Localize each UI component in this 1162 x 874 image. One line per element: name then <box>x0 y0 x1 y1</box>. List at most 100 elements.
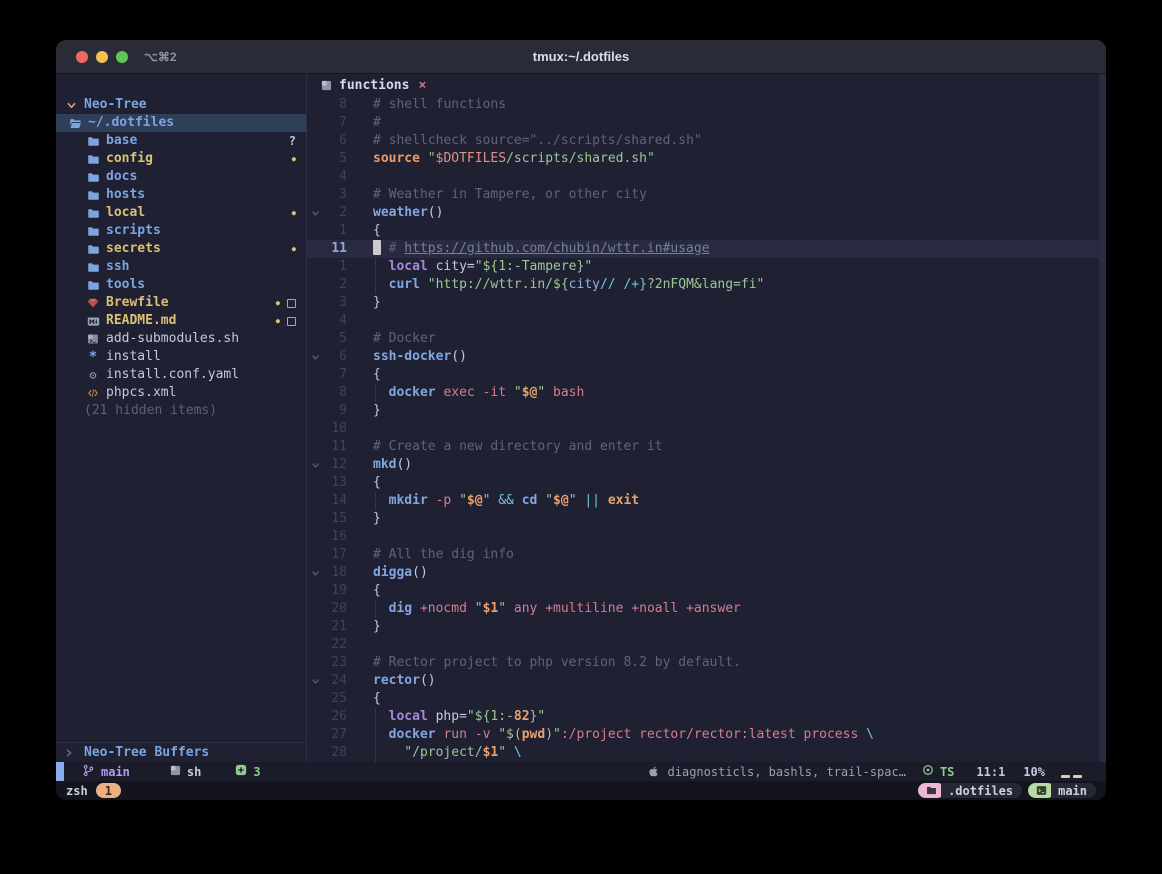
code-line[interactable]: 5# Docker <box>307 330 1106 348</box>
code-line[interactable]: 6# shellcheck source="../scripts/shared.… <box>307 132 1106 150</box>
folder-icon <box>86 153 100 166</box>
tree-item-add-submodules-sh[interactable]: add-submodules.sh <box>56 330 306 348</box>
tab-functions[interactable]: functions × <box>321 76 426 95</box>
tree-item-docs[interactable]: docs <box>56 168 306 186</box>
code-line[interactable]: 7{ <box>307 366 1106 384</box>
tree-item-secrets[interactable]: secrets <box>56 240 306 258</box>
tree-item-brewfile[interactable]: Brewfile <box>56 294 306 312</box>
code-line[interactable]: 27 docker run -v "$(pwd)":/project rector… <box>307 726 1106 744</box>
tree-item-readme-md[interactable]: README.md <box>56 312 306 330</box>
neo-tree-sidebar: Neo-Tree~/.dotfilesbase?configdocshostsl… <box>56 74 307 762</box>
code-token: city= <box>428 259 475 274</box>
code-line[interactable]: 1local city="${1:-Tampere}" <box>307 258 1106 276</box>
tree-item-phpcs-xml[interactable]: phpcs.xml <box>56 384 306 402</box>
git-dot-badge <box>292 209 296 217</box>
tree-item-label: install <box>106 348 161 366</box>
code-line[interactable]: 19{ <box>307 582 1106 600</box>
fold-open-icon[interactable] <box>307 461 323 470</box>
folder-icon <box>86 279 100 292</box>
code-line[interactable]: 24rector() <box>307 672 1106 690</box>
code-token: $@ <box>553 493 569 508</box>
tab-close-icon[interactable]: × <box>418 78 426 93</box>
code-line[interactable]: 9} <box>307 402 1106 420</box>
code-line[interactable]: 22 <box>307 636 1106 654</box>
tree-item-21-hidden-items[interactable]: (21 hidden items) <box>56 402 306 420</box>
tree-item-neo-tree[interactable]: Neo-Tree <box>56 96 306 114</box>
code-line[interactable]: 11# Create a new directory and enter it <box>307 438 1106 456</box>
code-line[interactable]: 6ssh-docker() <box>307 348 1106 366</box>
tree-item-base[interactable]: base? <box>56 132 306 150</box>
code-line[interactable]: 1{ <box>307 222 1106 240</box>
code-line[interactable]: 2curl "http://wttr.in/${city// /+}?2nFQM… <box>307 276 1106 294</box>
git-status-badges <box>276 299 296 308</box>
tree-item-hosts[interactable]: hosts <box>56 186 306 204</box>
code-line[interactable]: 26local php="${1:-82}" <box>307 708 1106 726</box>
code-line[interactable]: 17# All the dig info <box>307 546 1106 564</box>
code-line[interactable]: 5source "$DOTFILES/scripts/shared.sh" <box>307 150 1106 168</box>
code-line-text: dig +nocmd "$1" any +multiline +noall +a… <box>373 600 741 618</box>
code-line[interactable]: 12mkd() <box>307 456 1106 474</box>
git-status-badges: ? <box>289 132 296 150</box>
tmux-shell-label: zsh <box>66 784 88 798</box>
tree-item-tools[interactable]: tools <box>56 276 306 294</box>
fold-open-icon[interactable] <box>307 677 323 686</box>
code-line[interactable]: 2weather() <box>307 204 1106 222</box>
code-line-text: docker run -v "$(pwd)":/project rector/r… <box>373 726 874 744</box>
code-line-text: # All the dig info <box>373 546 514 564</box>
tree-item-config[interactable]: config <box>56 150 306 168</box>
code-line-text: weather() <box>373 204 443 222</box>
code-line[interactable]: 25{ <box>307 690 1106 708</box>
code-token <box>389 745 405 760</box>
fold-open-icon[interactable] <box>307 353 323 362</box>
code-token <box>545 385 553 400</box>
code-line[interactable]: 10 <box>307 420 1106 438</box>
tree-item-install[interactable]: *install <box>56 348 306 366</box>
tree-item-scripts[interactable]: scripts <box>56 222 306 240</box>
code-line[interactable]: 8docker exec -it "$@" bash <box>307 384 1106 402</box>
tree-item-dotfiles[interactable]: ~/.dotfiles <box>56 114 306 132</box>
code-line[interactable]: 4 <box>307 312 1106 330</box>
code-line[interactable]: 28 "/project/$1" \ <box>307 744 1106 762</box>
code-token: 82 <box>514 709 530 724</box>
code-line[interactable]: 3# Weather in Tampere, or other city <box>307 186 1106 204</box>
code-line[interactable]: 11 # https://github.com/chubin/wttr.in#u… <box>307 240 1106 258</box>
chevron-down-icon <box>64 100 78 111</box>
code-token: && <box>498 493 514 508</box>
treesitter-label: TS <box>940 765 954 779</box>
code-line[interactable]: 8# shell functions <box>307 96 1106 114</box>
code-token: pwd <box>522 727 545 742</box>
code-token: () <box>396 457 412 472</box>
tree-item-label: Brewfile <box>106 294 169 312</box>
git-dot-badge <box>292 245 296 253</box>
code-line[interactable]: 7# <box>307 114 1106 132</box>
tree-item-install-conf-yaml[interactable]: ⚙install.conf.yaml <box>56 366 306 384</box>
code-line[interactable]: 13{ <box>307 474 1106 492</box>
code-line[interactable]: 16 <box>307 528 1106 546</box>
code-token: $@ <box>467 493 483 508</box>
code-line[interactable]: 4 <box>307 168 1106 186</box>
code-line[interactable]: 21} <box>307 618 1106 636</box>
code-token: " <box>569 493 577 508</box>
code-line[interactable]: 23# Rector project to php version 8.2 by… <box>307 654 1106 672</box>
code-token: () <box>412 565 428 580</box>
code-line[interactable]: 3} <box>307 294 1106 312</box>
code-line[interactable]: 14mkdir -p "$@" && cd "$@" || exit <box>307 492 1106 510</box>
tree-item-ssh[interactable]: ssh <box>56 258 306 276</box>
tmux-window-index-badge: 1 <box>96 783 121 798</box>
line-number: 27 <box>323 726 347 744</box>
code-token: // /+} <box>600 277 647 292</box>
code-line-text: ssh-docker() <box>373 348 467 366</box>
code-token: # shellcheck source="../scripts/shared.s… <box>373 133 702 148</box>
tree-item-local[interactable]: local <box>56 204 306 222</box>
code-line[interactable]: 15} <box>307 510 1106 528</box>
fold-open-icon[interactable] <box>307 209 323 218</box>
fold-open-icon[interactable] <box>307 569 323 578</box>
scrollbar[interactable] <box>1099 74 1106 762</box>
neo-tree-buffers-section[interactable]: Neo-Tree Buffers <box>56 742 306 762</box>
code-token: curl <box>389 277 420 292</box>
code-token: # Weather in Tampere, or other city <box>373 187 647 202</box>
code-line[interactable]: 18digga() <box>307 564 1106 582</box>
code-line[interactable]: 20dig +nocmd "$1" any +multiline +noall … <box>307 600 1106 618</box>
tmux-window-item[interactable]: zsh 1 <box>66 783 121 798</box>
code-token <box>858 727 866 742</box>
